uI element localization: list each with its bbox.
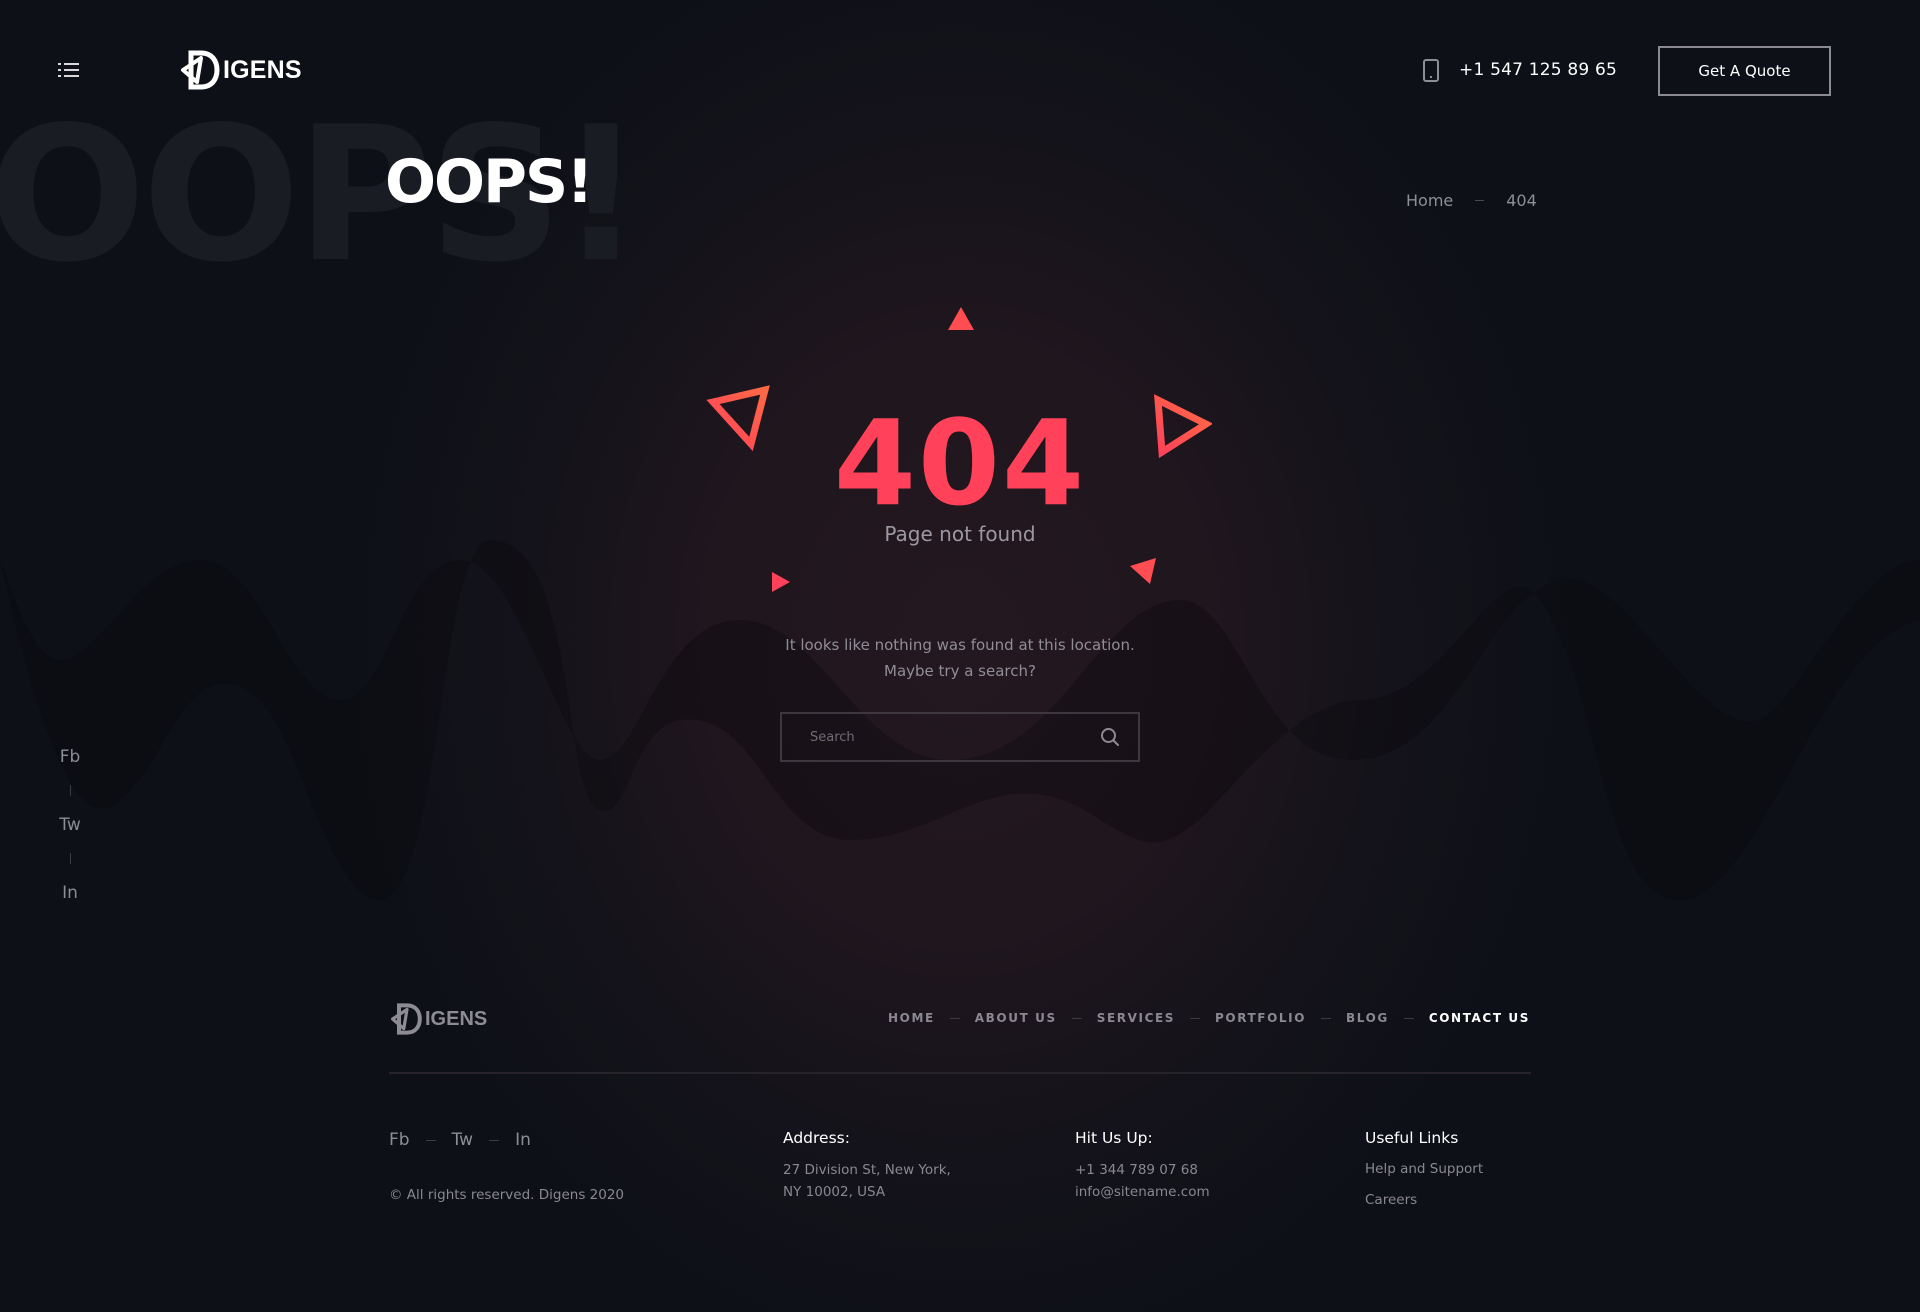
- footer-nav: HOME ABOUT US SERVICES PORTFOLIO BLOG CO…: [888, 1011, 1530, 1025]
- page: IGENS +1 547 125 89 65 Get A Quote OOPS!…: [0, 0, 1920, 1312]
- footer-link-careers[interactable]: Careers: [1365, 1185, 1483, 1216]
- footer-nav-home[interactable]: HOME: [888, 1011, 935, 1025]
- footer-brand-name: IGENS: [425, 1007, 488, 1030]
- error-message: It looks like nothing was found at this …: [0, 632, 1920, 684]
- error-subtitle: Page not found: [884, 522, 1036, 546]
- separator: [69, 853, 71, 864]
- footer-heading: Address:: [783, 1129, 850, 1147]
- footer-nav-services[interactable]: SERVICES: [1097, 1011, 1175, 1025]
- triangle-icon: [772, 572, 790, 592]
- social-link-linkedin[interactable]: In: [515, 1130, 531, 1150]
- copyright: © All rights reserved. Digens 2020: [389, 1187, 625, 1203]
- social-link-linkedin[interactable]: In: [62, 880, 78, 906]
- phone-number: +1 547 125 89 65: [1459, 60, 1618, 80]
- header-phone[interactable]: +1 547 125 89 65: [1423, 58, 1617, 82]
- footer-link-help[interactable]: Help and Support: [1365, 1154, 1483, 1185]
- address-line: 27 Division St, New York,: [783, 1162, 951, 1178]
- separator: [1190, 1017, 1201, 1019]
- menu-button[interactable]: [58, 60, 82, 82]
- footer-nav-about[interactable]: ABOUT US: [975, 1011, 1057, 1025]
- search-icon: [1101, 728, 1119, 746]
- footer-nav-blog[interactable]: BLOG: [1346, 1011, 1389, 1025]
- separator: [489, 1139, 500, 1141]
- footer-email[interactable]: info@sitename.com: [1075, 1181, 1210, 1203]
- separator: [69, 785, 71, 796]
- get-quote-button[interactable]: Get A Quote: [1658, 46, 1831, 96]
- side-social-links: Fb Tw In: [50, 744, 90, 906]
- separator: [1403, 1017, 1414, 1019]
- phone-icon: [1423, 58, 1439, 82]
- footer-nav-contact[interactable]: CONTACT US: [1429, 1011, 1530, 1025]
- social-link-facebook[interactable]: Fb: [389, 1130, 410, 1150]
- menu-icon: [58, 63, 80, 65]
- breadcrumb: Home 404: [1406, 191, 1537, 210]
- breadcrumb-current: 404: [1506, 191, 1537, 210]
- footer-nav-portfolio[interactable]: PORTFOLIO: [1215, 1011, 1306, 1025]
- footer-logo[interactable]: IGENS: [389, 1003, 487, 1035]
- footer-contact: Hit Us Up: +1 344 789 07 68 info@sitenam…: [1075, 1129, 1210, 1203]
- footer-useful-links: Useful Links Help and Support Careers: [1365, 1129, 1483, 1216]
- error-message-line: It looks like nothing was found at this …: [785, 636, 1135, 654]
- search-button[interactable]: [1090, 714, 1130, 760]
- search-form: [780, 712, 1140, 762]
- social-link-twitter[interactable]: Tw: [452, 1130, 473, 1150]
- search-input[interactable]: [782, 714, 1090, 760]
- triangle-icon: [1130, 558, 1156, 584]
- breadcrumb-home[interactable]: Home: [1406, 191, 1453, 210]
- error-code: 404: [833, 394, 1087, 532]
- social-link-facebook[interactable]: Fb: [60, 744, 81, 770]
- footer-divider: [389, 1072, 1531, 1074]
- brand-logo[interactable]: IGENS: [179, 50, 302, 90]
- footer-heading: Useful Links: [1365, 1129, 1459, 1147]
- separator: [1321, 1017, 1332, 1019]
- footer-social-links: Fb Tw In: [389, 1130, 531, 1150]
- social-link-twitter[interactable]: Tw: [59, 812, 80, 838]
- breadcrumb-separator: [1475, 200, 1485, 201]
- brand-name: IGENS: [223, 55, 302, 84]
- footer-heading: Hit Us Up:: [1075, 1129, 1153, 1147]
- triangle-icon: [948, 307, 974, 330]
- separator: [425, 1139, 436, 1141]
- separator: [949, 1017, 960, 1019]
- address-line: NY 10002, USA: [783, 1184, 886, 1200]
- separator: [1071, 1017, 1082, 1019]
- logo-mark-icon: [181, 50, 220, 90]
- page-title: OOPS!: [385, 147, 594, 217]
- footer-address: Address: 27 Division St, New York, NY 10…: [783, 1129, 951, 1203]
- footer-phone[interactable]: +1 344 789 07 68: [1075, 1159, 1210, 1181]
- logo-mark-icon: [390, 1003, 422, 1035]
- error-message-line: Maybe try a search?: [884, 662, 1036, 680]
